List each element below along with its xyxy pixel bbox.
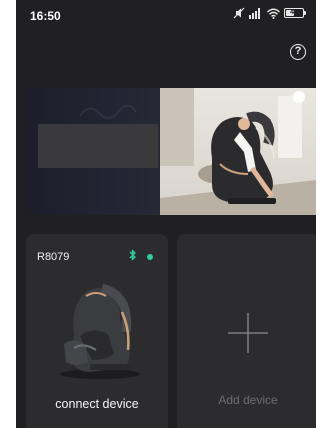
connection-status-dot [147, 254, 153, 260]
plus-icon [228, 313, 268, 353]
banner-text-placeholder [38, 124, 158, 168]
banner-watermark-logo [79, 104, 137, 120]
help-button[interactable]: ? [290, 44, 306, 60]
add-device-label: Add device [218, 393, 278, 407]
battery-level: 47 [290, 9, 298, 16]
connect-device-button[interactable]: connect device [26, 397, 168, 411]
wifi-icon [267, 8, 280, 19]
mute-icon [233, 7, 245, 19]
massage-chair-photo [160, 88, 316, 215]
device-model: R8079 [37, 251, 70, 263]
device-card[interactable]: R8079 connect device [26, 234, 168, 428]
status-time: 16:50 [30, 9, 61, 23]
status-bar: 16:50 47 [16, 0, 316, 30]
signal-icon [249, 7, 260, 19]
promo-banner[interactable] [26, 88, 316, 215]
status-icons: 47 [233, 7, 306, 19]
add-device-card[interactable]: Add device [177, 234, 316, 428]
question-icon: ? [294, 45, 302, 57]
massage-chair-image [60, 283, 140, 379]
bluetooth-icon [129, 249, 136, 261]
battery-icon: 47 [284, 8, 306, 18]
app-screen: 16:50 47 ? R8079 connect device Add devi… [16, 0, 316, 428]
